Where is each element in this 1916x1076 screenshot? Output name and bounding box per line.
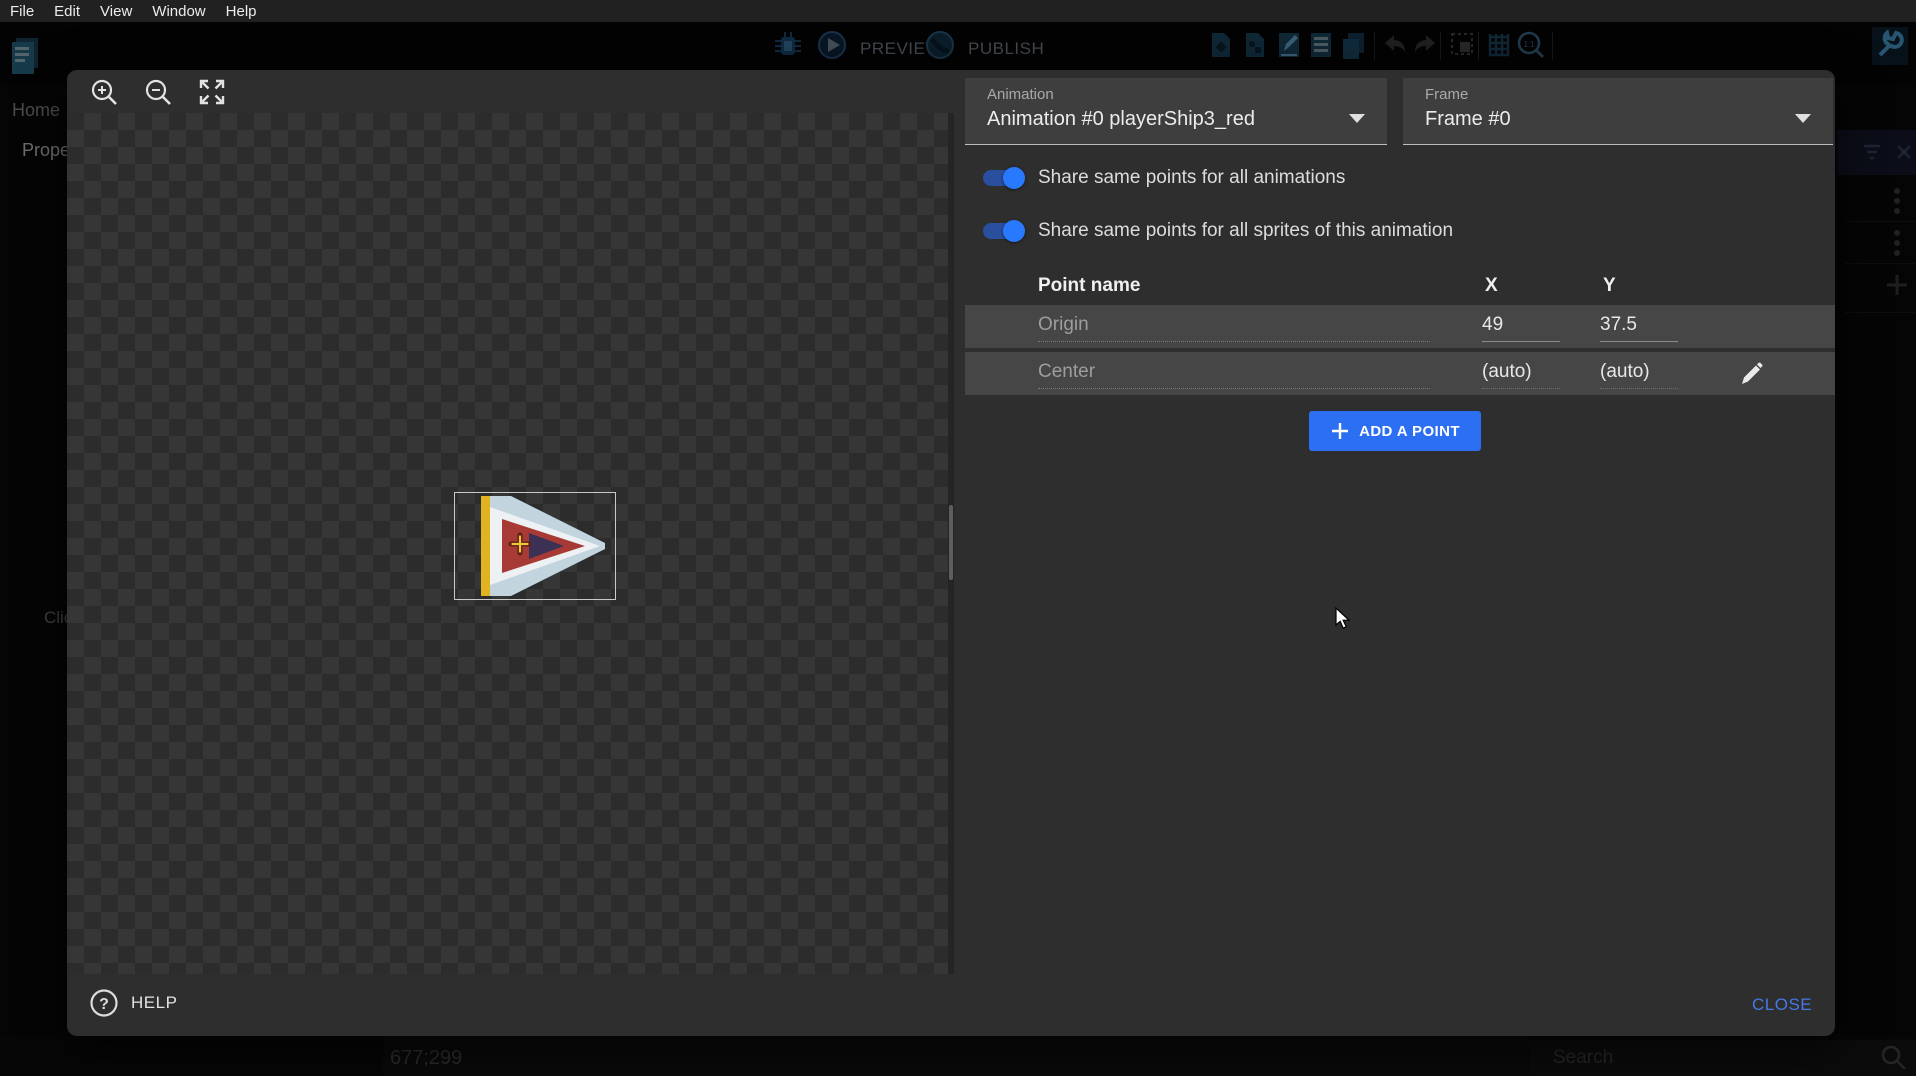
add-a-point-label: ADD A POINT bbox=[1359, 423, 1460, 440]
point-y-field[interactable]: (auto) bbox=[1600, 361, 1678, 389]
menu-view[interactable]: View bbox=[100, 3, 132, 20]
zoom-out-icon[interactable] bbox=[143, 77, 173, 107]
help-label: HELP bbox=[131, 993, 177, 1013]
points-editor-dialog: Animation Animation #0 playerShip3_red F… bbox=[67, 70, 1835, 1036]
close-button[interactable]: CLOSE bbox=[1752, 995, 1812, 1015]
frame-select[interactable]: Frame Frame #0 bbox=[1403, 78, 1833, 145]
menu-bar: File Edit View Window Help bbox=[0, 0, 1916, 22]
point-name-field[interactable]: Origin bbox=[1038, 314, 1430, 342]
add-a-point-button[interactable]: ADD A POINT bbox=[1309, 411, 1481, 451]
help-button[interactable]: ? HELP bbox=[89, 988, 177, 1018]
point-name-field[interactable]: Center bbox=[1038, 361, 1430, 389]
column-header-point-name: Point name bbox=[1038, 275, 1140, 297]
menu-window[interactable]: Window bbox=[152, 3, 205, 20]
zoom-in-icon[interactable] bbox=[89, 77, 119, 107]
point-x-field[interactable]: 49 bbox=[1482, 314, 1560, 342]
edit-point-icon[interactable] bbox=[1737, 360, 1765, 388]
chevron-down-icon bbox=[1349, 114, 1365, 123]
share-points-all-animations-toggle[interactable] bbox=[983, 170, 1023, 186]
mouse-cursor bbox=[1335, 607, 1357, 631]
screen: File Edit View Window Help PREVIEW PUBL bbox=[0, 0, 1916, 1076]
fit-to-screen-icon[interactable] bbox=[197, 77, 227, 107]
question-mark-glyph: ? bbox=[99, 996, 109, 1013]
column-header-x: X bbox=[1485, 275, 1498, 297]
menu-edit[interactable]: Edit bbox=[54, 3, 80, 20]
frame-select-label: Frame bbox=[1425, 86, 1468, 103]
menu-file[interactable]: File bbox=[10, 3, 34, 20]
sprite-bounds[interactable] bbox=[454, 492, 616, 600]
point-row-origin[interactable]: Origin 49 37.5 bbox=[965, 305, 1835, 348]
plus-icon bbox=[1330, 421, 1350, 441]
share-points-all-sprites-toggle[interactable] bbox=[983, 223, 1023, 239]
menu-help[interactable]: Help bbox=[226, 3, 257, 20]
player-ship-sprite bbox=[455, 493, 615, 599]
animation-select-value: Animation #0 playerShip3_red bbox=[987, 108, 1255, 131]
share-points-all-sprites-label: Share same points for all sprites of thi… bbox=[1038, 220, 1453, 242]
frame-select-value: Frame #0 bbox=[1425, 108, 1511, 131]
toggle-thumb bbox=[1003, 167, 1025, 189]
animation-select[interactable]: Animation Animation #0 playerShip3_red bbox=[965, 78, 1387, 145]
toggle-thumb bbox=[1003, 220, 1025, 242]
column-header-y: Y bbox=[1603, 275, 1616, 297]
help-icon: ? bbox=[89, 988, 119, 1018]
share-points-all-animations-label: Share same points for all animations bbox=[1038, 167, 1345, 189]
point-x-field[interactable]: (auto) bbox=[1482, 361, 1560, 389]
point-y-field[interactable]: 37.5 bbox=[1600, 314, 1678, 342]
canvas-scrollbar-handle[interactable] bbox=[949, 505, 953, 580]
animation-select-label: Animation bbox=[987, 86, 1054, 103]
chevron-down-icon bbox=[1795, 114, 1811, 123]
point-row-center[interactable]: Center (auto) (auto) bbox=[965, 352, 1835, 395]
